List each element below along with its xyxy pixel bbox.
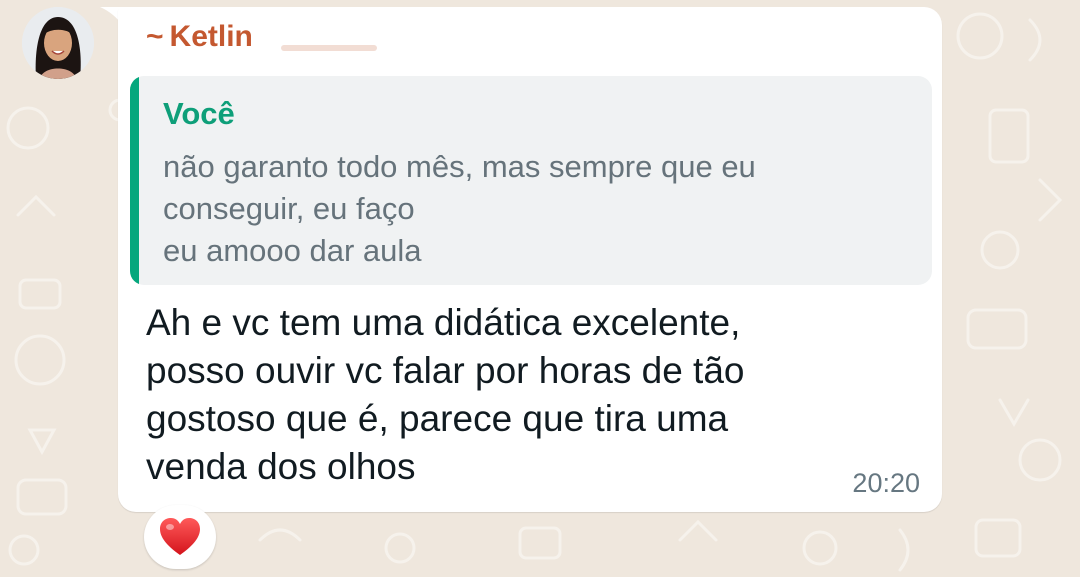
quoted-message[interactable]: Você não garanto todo mês, mas sempre qu… [130,76,932,285]
sender-prefix: ~ [146,20,164,53]
contact-avatar[interactable] [22,7,94,79]
sender-name[interactable]: ~ Ketlin [146,20,253,54]
redacted-surname [273,36,381,54]
quote-author: Você [163,96,235,131]
sender-name-text: Ketlin [169,20,253,53]
message-line: Ah e vc tem uma didática excelente, [146,302,741,343]
quote-line: não garanto todo mês, mas sempre que eu [163,149,756,184]
quote-line: eu amooo dar aula [163,233,422,268]
avatar-photo [22,7,94,79]
message-line: gostoso que é, parece que tira uma [146,398,729,439]
reaction-badge[interactable] [144,505,216,569]
quote-accent-bar [130,76,139,285]
message-timestamp: 20:20 [852,468,920,498]
quote-line: conseguir, eu faço [163,191,415,226]
message-line: posso ouvir vc falar por horas de tão [146,350,745,391]
message-line: venda dos olhos [146,446,416,487]
heart-icon [160,518,200,555]
